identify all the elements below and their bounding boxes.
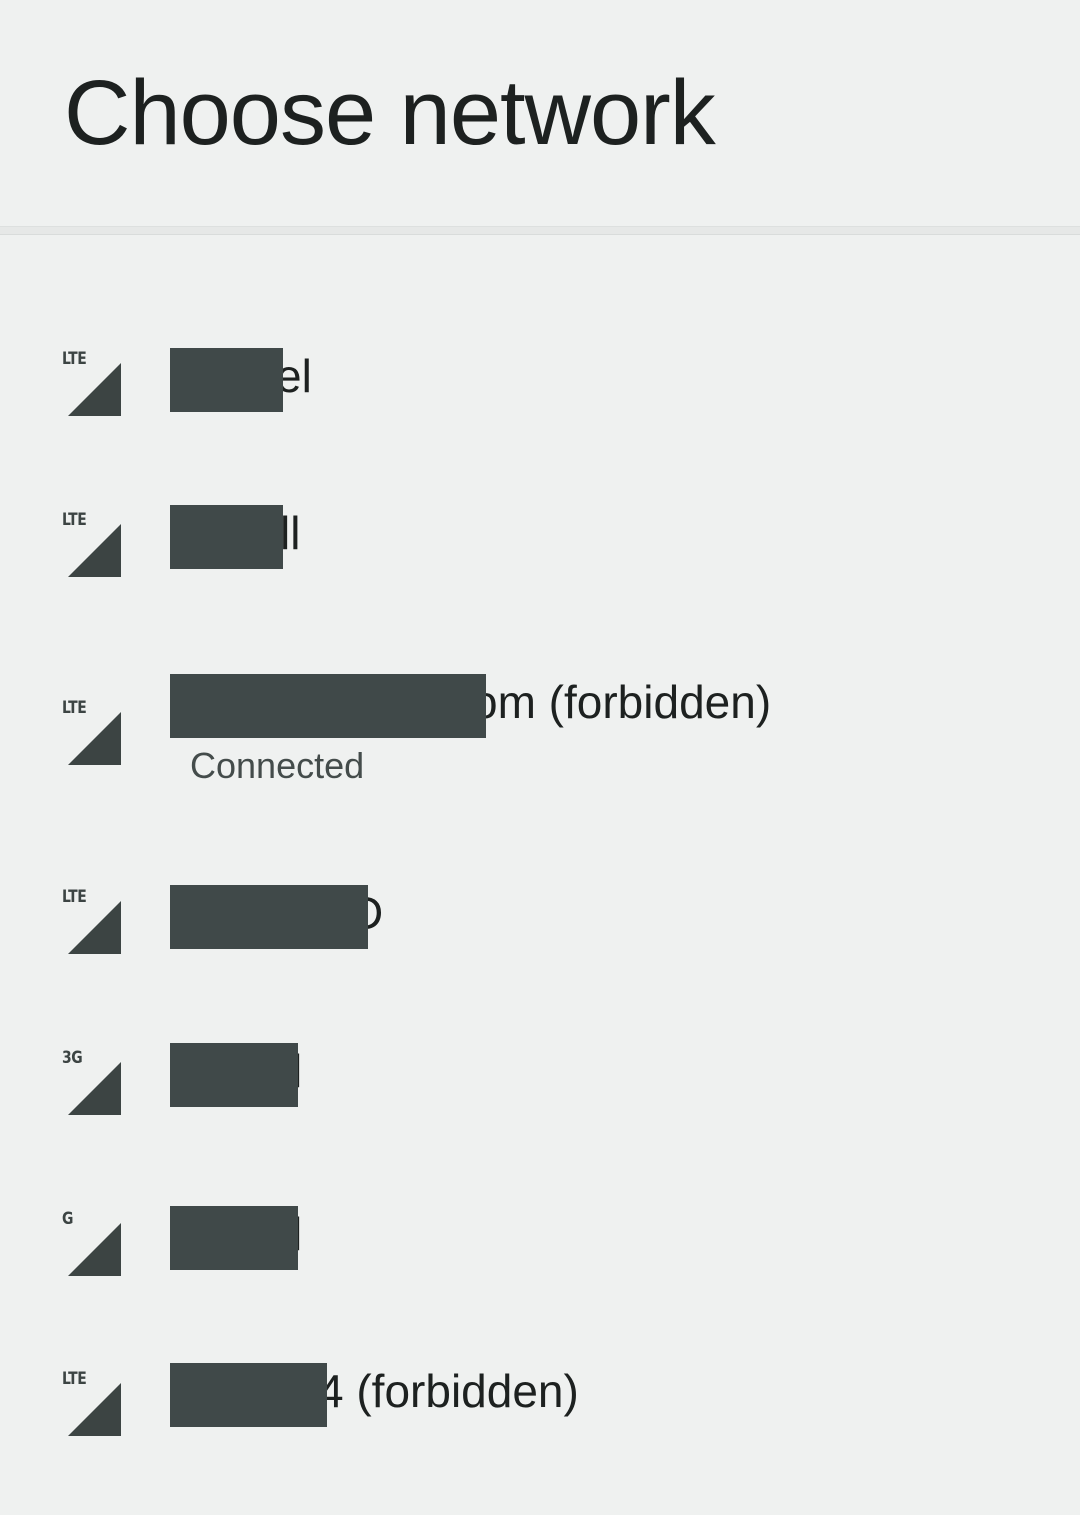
network-item[interactable]: 3G l [0,1035,1080,1175]
network-item[interactable]: LTE D [0,875,1080,1015]
signal-strength-icon: G [56,1209,128,1276]
signal-strength-icon: LTE [56,698,128,765]
page-title: Choose network [64,62,716,164]
redaction-block [170,674,486,738]
network-item[interactable]: LTE om (forbidden) Connected [0,665,1080,855]
network-name-text: om (forbidden) [472,676,772,728]
network-name-text: 4 (forbidden) [318,1365,579,1417]
signal-triangle-icon [68,1383,121,1436]
signal-strength-icon: LTE [56,1369,128,1436]
network-name-text: ll [280,507,301,559]
signal-triangle-icon [68,901,121,954]
redaction-block [170,505,283,569]
signal-strength-icon: 3G [56,1048,128,1115]
redaction-block [170,348,283,412]
redaction-block [170,1363,327,1427]
redaction-block [170,885,368,949]
network-item[interactable]: LTE ll [0,495,1080,635]
signal-strength-icon: LTE [56,510,128,577]
network-item[interactable]: LTE el [0,335,1080,475]
signal-triangle-icon [68,712,121,765]
network-item[interactable]: LTE 4 (forbidden) [0,1355,1080,1495]
dialog-header: Choose network [0,0,1080,228]
signal-strength-icon: LTE [56,349,128,416]
signal-triangle-icon [68,1223,121,1276]
connection-status: Connected [190,745,365,786]
signal-strength-icon: LTE [56,887,128,954]
signal-triangle-icon [68,363,121,416]
header-divider [0,226,1080,235]
redaction-block [170,1043,298,1107]
signal-triangle-icon [68,524,121,577]
signal-triangle-icon [68,1062,121,1115]
redaction-block [170,1206,298,1270]
network-item[interactable]: G l [0,1195,1080,1335]
